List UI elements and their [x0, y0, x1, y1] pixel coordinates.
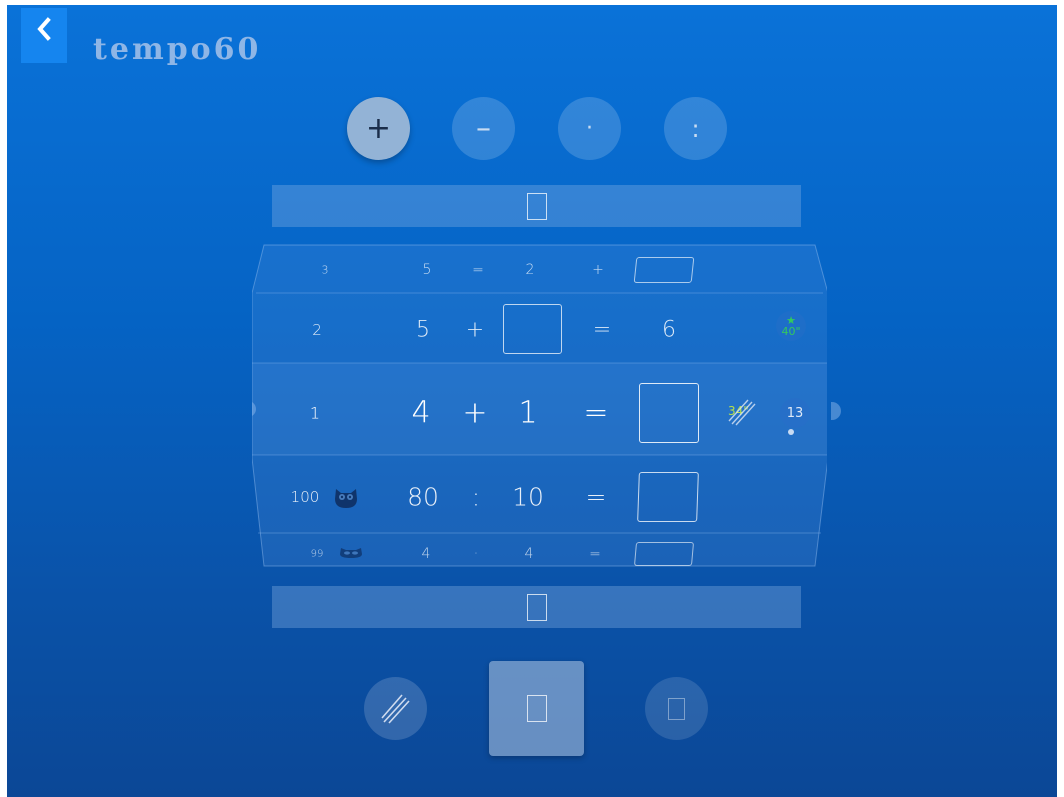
equals-sign: =	[585, 482, 607, 512]
row-index: 2	[312, 321, 322, 339]
equals-sign: =	[592, 317, 612, 343]
app-screen: tempo60 + – · : 3 5 = 2 + 2 5 + = 6 ★ 40…	[7, 5, 1057, 797]
operand-a: 4	[421, 546, 431, 562]
op-plus-button[interactable]: +	[347, 97, 410, 160]
operand-a: 80	[407, 482, 439, 512]
app-title: tempo60	[93, 32, 262, 67]
empty-box-icon	[526, 192, 547, 220]
side-knob	[831, 402, 841, 420]
op-divide-button[interactable]: :	[664, 97, 727, 160]
operator: =	[472, 262, 484, 278]
operand-b: 2	[525, 262, 535, 278]
operand-a: 5	[416, 317, 430, 343]
row-index: 100	[290, 488, 320, 506]
pencil-icon	[728, 399, 756, 426]
empty-box-icon	[668, 697, 685, 720]
time-badge: ★ 40"	[776, 311, 806, 341]
progress-dot	[788, 429, 794, 435]
scroll-up-bar[interactable]	[272, 185, 801, 227]
operand-a: 5	[422, 262, 432, 278]
exercise-row-3: 3 5 = 2 +	[252, 243, 827, 293]
timer-badge: 13	[780, 398, 810, 428]
owl-icon	[335, 489, 357, 508]
back-button[interactable]	[21, 8, 67, 63]
op-multiply-button[interactable]: ·	[558, 97, 621, 160]
answer-box[interactable]	[639, 383, 699, 443]
empty-box-icon	[526, 593, 547, 621]
row-index: 3	[321, 263, 329, 277]
exercise-panel: 3 5 = 2 + 2 5 + = 6 ★ 40" 1 4 + 1 = 13 1…	[252, 243, 841, 568]
badge-time: 40"	[781, 325, 801, 338]
exercise-row-99: 99 4 · 4 =	[252, 533, 827, 568]
pencil-icon	[380, 693, 410, 724]
op-minus-button[interactable]: –	[452, 97, 515, 160]
operand-b: 4	[524, 546, 534, 562]
exercise-row-1: 1 4 + 1 = 34" 13	[252, 363, 841, 455]
answer-box[interactable]	[633, 257, 695, 283]
operand-b: 10	[512, 482, 544, 512]
answer-box[interactable]	[503, 304, 562, 354]
row-index: 1	[309, 403, 321, 423]
equals-sign: =	[583, 395, 609, 431]
answer-box[interactable]	[637, 472, 699, 522]
operator: +	[462, 395, 488, 431]
pencil-button[interactable]	[364, 677, 427, 740]
operand-b: 1	[518, 395, 538, 431]
owl-icon	[340, 548, 362, 558]
operator: +	[465, 317, 485, 343]
operator: ·	[473, 546, 479, 562]
exercise-row-2: 2 5 + = 6 ★ 40"	[252, 293, 827, 363]
secondary-action-button[interactable]	[645, 677, 708, 740]
pencil-hint[interactable]: 34"	[726, 398, 760, 428]
equals-sign: +	[592, 262, 604, 278]
row-index: 99	[310, 548, 324, 560]
answer-box[interactable]	[633, 542, 695, 566]
operand-a: 4	[411, 395, 431, 431]
main-action-button[interactable]	[489, 661, 584, 756]
exercise-row-100: 100 80 : 10 =	[252, 455, 827, 533]
timer-value: 13	[786, 405, 804, 421]
scroll-down-bar[interactable]	[272, 586, 801, 628]
operator: :	[471, 482, 481, 512]
chevron-left-icon	[37, 17, 51, 41]
empty-box-icon	[526, 695, 547, 722]
result-value: 6	[662, 317, 676, 343]
equals-sign: =	[589, 546, 601, 562]
